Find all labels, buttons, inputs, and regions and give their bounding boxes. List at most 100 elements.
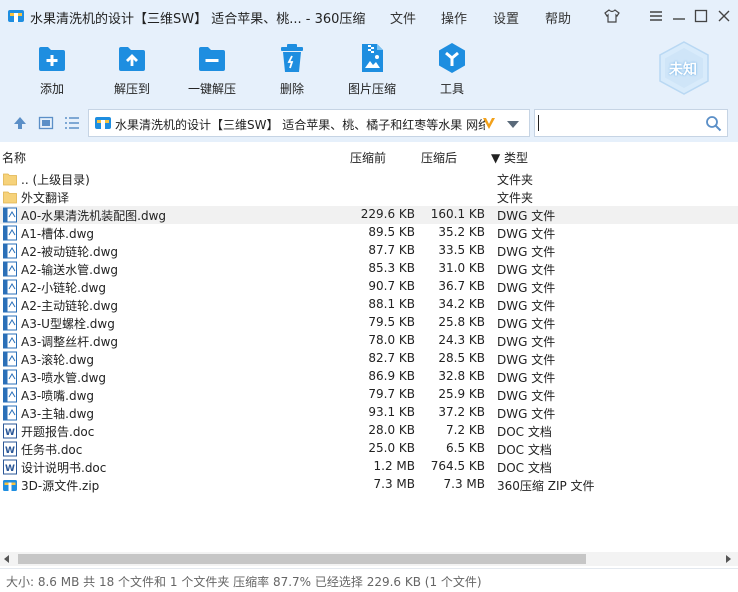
search-box[interactable] <box>534 109 728 137</box>
file-row[interactable]: A3-主轴.dwg 93.1 KB 37.2 KB DWG 文件 <box>0 404 738 422</box>
doc-file-icon: W <box>3 441 17 457</box>
svg-text:W: W <box>5 428 15 438</box>
scroll-right-icon[interactable] <box>726 555 731 563</box>
file-name: .. (上级目录) <box>21 173 90 187</box>
file-row[interactable]: .. (上级目录) 文件夹 <box>0 170 738 188</box>
file-type: DWG 文件 <box>497 209 556 223</box>
column-type[interactable]: ▼ 类型 <box>491 149 528 166</box>
status-text: 大小: 8.6 MB 共 18 个文件和 1 个文件夹 压缩率 87.7% 已经… <box>6 575 482 589</box>
scroll-left-icon[interactable] <box>4 555 9 563</box>
menu-file[interactable]: 文件 <box>390 8 416 27</box>
file-row[interactable]: W 开题报告.doc 28.0 KB 7.2 KB DOC 文档 <box>0 422 738 440</box>
dwg-file-icon <box>3 405 17 421</box>
close-button[interactable] <box>714 6 734 26</box>
file-type: DWG 文件 <box>497 407 556 421</box>
dwg-file-icon <box>3 387 17 403</box>
column-packed[interactable]: 压缩后 <box>421 149 457 166</box>
file-packed-size: 37.2 KB <box>438 405 485 419</box>
menu-action[interactable]: 操作 <box>441 8 467 27</box>
file-packed-size: 24.3 KB <box>438 333 485 347</box>
menu-help[interactable]: 帮助 <box>545 8 571 27</box>
dwg-file-icon <box>3 351 17 367</box>
tools-icon <box>439 43 465 73</box>
file-type: DWG 文件 <box>497 281 556 295</box>
address-dropdown-icon[interactable] <box>507 121 519 128</box>
svg-text:W: W <box>5 446 15 456</box>
file-name: A0-水果清洗机装配图.dwg <box>21 209 167 223</box>
app-logo-icon <box>8 10 24 22</box>
file-name: 外文翻译 <box>21 191 70 205</box>
address-bar[interactable]: 水果清洗机的设计【三维SW】 适合苹果、桃、橘子和红枣等水果 网络 <box>88 109 530 137</box>
minimize-button[interactable] <box>669 6 689 26</box>
maximize-button[interactable] <box>691 6 711 26</box>
status-bar: 大小: 8.6 MB 共 18 个文件和 1 个文件夹 压缩率 87.7% 已经… <box>0 568 738 592</box>
file-row[interactable]: A2-被动链轮.dwg 87.7 KB 33.5 KB DWG 文件 <box>0 242 738 260</box>
dwg-file-icon <box>3 279 17 295</box>
column-name[interactable]: 名称 <box>2 149 26 166</box>
list-view-icon[interactable] <box>64 115 80 131</box>
image-compress-button[interactable]: 图片压缩 <box>337 40 407 100</box>
file-type: 360压缩 ZIP 文件 <box>497 479 595 493</box>
file-type: 文件夹 <box>497 173 534 187</box>
image-compress-icon <box>362 44 383 72</box>
extract-to-button[interactable]: 解压到 <box>97 40 167 100</box>
file-type: 文件夹 <box>497 191 534 205</box>
file-row[interactable]: A1-槽体.dwg 89.5 KB 35.2 KB DWG 文件 <box>0 224 738 242</box>
delete-label: 删除 <box>279 82 304 96</box>
skin-button[interactable] <box>602 6 622 26</box>
file-row[interactable]: A3-滚轮.dwg 82.7 KB 28.5 KB DWG 文件 <box>0 350 738 368</box>
add-file-icon <box>39 47 65 71</box>
tools-label: 工具 <box>439 82 464 96</box>
file-row[interactable]: W 任务书.doc 25.0 KB 6.5 KB DOC 文档 <box>0 440 738 458</box>
file-type: DWG 文件 <box>497 299 556 313</box>
trash-icon <box>281 44 303 72</box>
file-type: DWG 文件 <box>497 371 556 385</box>
file-packed-size: 32.8 KB <box>438 369 485 383</box>
one-click-extract-label: 一键解压 <box>187 82 236 96</box>
file-row[interactable]: A3-喷嘴.dwg 79.7 KB 25.9 KB DWG 文件 <box>0 386 738 404</box>
one-click-extract-button[interactable]: 一键解压 <box>177 40 247 100</box>
file-row[interactable]: A2-输送水管.dwg 85.3 KB 31.0 KB DWG 文件 <box>0 260 738 278</box>
file-row[interactable]: 3D-源文件.zip 7.3 MB 7.3 MB 360压缩 ZIP 文件 <box>0 476 738 494</box>
close-icon <box>718 10 730 22</box>
file-row[interactable]: A2-小链轮.dwg 90.7 KB 36.7 KB DWG 文件 <box>0 278 738 296</box>
minimize-icon <box>673 18 685 20</box>
file-row[interactable]: A2-主动链轮.dwg 88.1 KB 34.2 KB DWG 文件 <box>0 296 738 314</box>
tools-button[interactable]: 工具 <box>417 40 487 100</box>
file-packed-size: 7.2 KB <box>446 423 485 437</box>
horizontal-scrollbar[interactable] <box>0 552 738 566</box>
security-status-label: 未知 <box>669 62 697 78</box>
file-name: A1-槽体.dwg <box>21 227 95 241</box>
menu-settings[interactable]: 设置 <box>493 8 519 27</box>
file-type: DWG 文件 <box>497 353 556 367</box>
file-packed-size: 6.5 KB <box>446 441 485 455</box>
file-type: DWG 文件 <box>497 263 556 277</box>
file-row[interactable]: 外文翻译 文件夹 <box>0 188 738 206</box>
doc-file-icon: W <box>3 423 17 439</box>
file-row[interactable]: A3-喷水管.dwg 86.9 KB 32.8 KB DWG 文件 <box>0 368 738 386</box>
search-icon[interactable] <box>705 115 722 132</box>
file-type: DOC 文档 <box>497 443 552 457</box>
file-packed-size: 28.5 KB <box>438 351 485 365</box>
menu-dropdown-button[interactable] <box>646 6 666 26</box>
thumbnail-view-icon[interactable] <box>38 115 54 131</box>
file-row[interactable]: A3-U型螺栓.dwg 79.5 KB 25.8 KB DWG 文件 <box>0 314 738 332</box>
address-row: 水果清洗机的设计【三维SW】 适合苹果、桃、橘子和红枣等水果 网络 <box>0 104 738 142</box>
file-row[interactable]: A3-调整丝杆.dwg 78.0 KB 24.3 KB DWG 文件 <box>0 332 738 350</box>
file-list-header: 名称 压缩前 压缩后 ▼ 类型 <box>0 146 738 168</box>
file-name: A2-小链轮.dwg <box>21 281 107 295</box>
add-label: 添加 <box>39 82 64 96</box>
dwg-file-icon <box>3 297 17 313</box>
file-row[interactable]: W 设计说明书.doc 1.2 MB 764.5 KB DOC 文档 <box>0 458 738 476</box>
file-row[interactable]: A0-水果清洗机装配图.dwg 229.6 KB 160.1 KB DWG 文件 <box>0 206 738 224</box>
add-button[interactable]: 添加 <box>17 40 87 100</box>
toolbar: 添加 解压到 一键解压 删除 图片压缩 工具 未知 <box>0 32 738 104</box>
file-name: A2-输送水管.dwg <box>21 263 119 277</box>
column-size[interactable]: 压缩前 <box>350 149 386 166</box>
file-name: A3-滚轮.dwg <box>21 353 95 367</box>
up-arrow-icon[interactable] <box>12 115 28 131</box>
dwg-file-icon <box>3 315 17 331</box>
file-packed-size: 160.1 KB <box>430 207 485 221</box>
delete-button[interactable]: 删除 <box>257 40 327 100</box>
scrollbar-thumb[interactable] <box>18 554 586 564</box>
